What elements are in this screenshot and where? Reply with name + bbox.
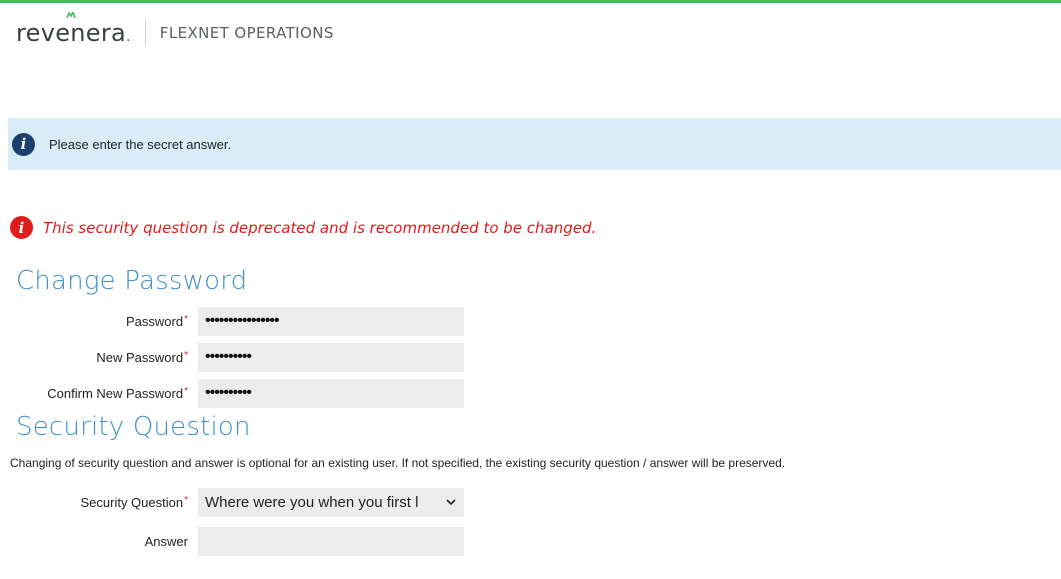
leaf-icon xyxy=(66,12,76,19)
required-mark: * xyxy=(184,494,188,506)
logo-suffix: . xyxy=(126,29,131,45)
required-mark: * xyxy=(184,313,188,325)
required-mark: * xyxy=(184,385,188,397)
new-password-label-text: New Password xyxy=(96,349,184,365)
chevron-down-icon xyxy=(446,499,456,506)
security-question-title: Security Question xyxy=(16,412,251,442)
security-question-label-text: Security Question xyxy=(80,494,184,510)
new-password-label: New Password* xyxy=(0,350,198,365)
header: revenera. FLEXNET OPERATIONS xyxy=(16,12,334,48)
password-label: Password* xyxy=(0,314,198,329)
answer-label: Answer xyxy=(144,533,188,549)
logo-text: revenera xyxy=(16,19,127,47)
warning-text: This security question is deprecated and… xyxy=(43,218,597,237)
revenera-logo[interactable]: revenera. xyxy=(16,12,131,47)
security-question-description: Changing of security question and answer… xyxy=(10,456,786,470)
password-field[interactable]: •••••••••••••••• xyxy=(198,306,464,336)
info-banner: i Please enter the secret answer. xyxy=(8,118,1061,170)
confirm-password-label: Confirm New Password* xyxy=(0,386,198,401)
confirm-password-label-text: Confirm New Password xyxy=(47,385,184,401)
info-icon: i xyxy=(12,132,35,156)
security-question-value: Where were you when you first l xyxy=(205,493,419,511)
confirm-password-row: Confirm New Password* •••••••••• xyxy=(0,378,464,408)
top-accent-bar xyxy=(0,0,1061,3)
info-message: Please enter the secret answer. xyxy=(49,136,232,152)
answer-row: Answer xyxy=(0,526,464,556)
required-mark: * xyxy=(184,349,188,361)
header-divider xyxy=(144,20,146,46)
product-name: FLEXNET OPERATIONS xyxy=(159,24,334,42)
warning-icon: i xyxy=(10,216,33,239)
password-row: Password* •••••••••••••••• xyxy=(0,306,464,336)
answer-field[interactable] xyxy=(198,526,464,556)
security-question-row: Security Question* Where were you when y… xyxy=(0,487,464,517)
confirm-password-field[interactable]: •••••••••• xyxy=(198,378,464,408)
security-question-label: Security Question* xyxy=(0,495,198,510)
new-password-row: New Password* •••••••••• xyxy=(0,342,464,372)
change-password-title: Change Password xyxy=(16,266,248,296)
security-question-select[interactable]: Where were you when you first l xyxy=(198,487,464,517)
new-password-field[interactable]: •••••••••• xyxy=(198,342,464,372)
password-label-text: Password xyxy=(126,313,184,329)
warning-message: i This security question is deprecated a… xyxy=(10,216,596,239)
